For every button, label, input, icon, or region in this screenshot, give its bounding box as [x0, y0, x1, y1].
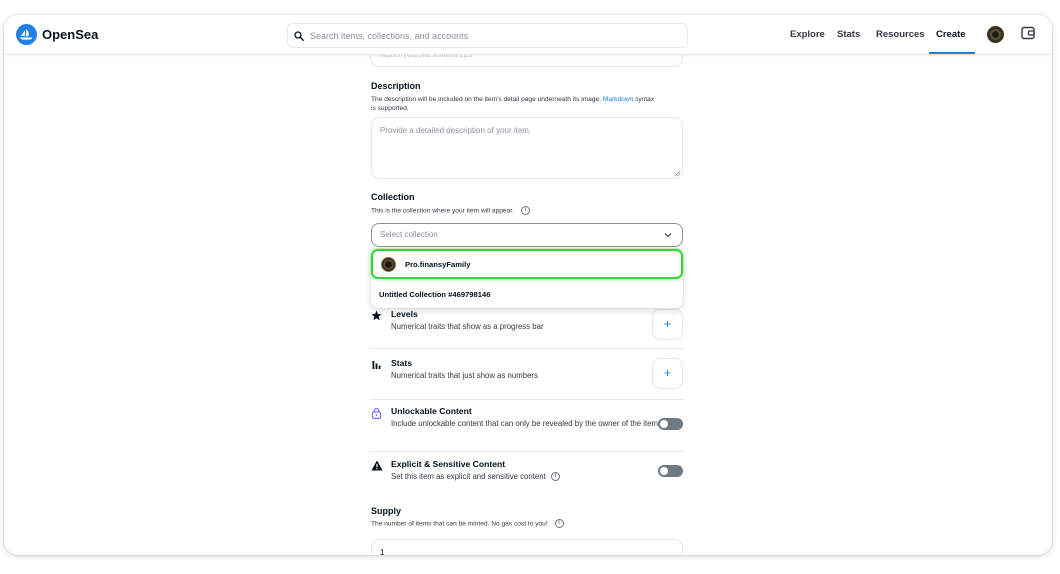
lock-icon — [371, 408, 382, 419]
chevron-down-icon — [664, 233, 672, 238]
nav-create[interactable]: Create — [936, 29, 966, 40]
supply-input[interactable]: 1 — [371, 539, 683, 555]
divider — [370, 451, 684, 452]
unlockable-row: Unlockable Content Include unlockable co… — [370, 406, 684, 446]
add-levels-button[interactable]: + — [652, 309, 683, 340]
collection-help: This is the collection where your item w… — [371, 206, 530, 215]
unlockable-desc: Include unlockable content that can only… — [391, 419, 661, 428]
nav-explore[interactable]: Explore — [790, 29, 825, 40]
explicit-desc: Set this item as explicit and sensitive … — [391, 471, 661, 483]
active-tab-indicator — [929, 52, 975, 54]
description-label: Description — [371, 81, 421, 91]
search-input[interactable] — [310, 30, 670, 41]
unlockable-toggle[interactable] — [658, 418, 683, 430]
logo-text: OpenSea — [42, 27, 99, 42]
levels-row: Levels Numerical traits that show as a p… — [370, 309, 684, 349]
wallet-icon[interactable] — [1021, 26, 1035, 45]
description-textarea[interactable]: Provide a detailed description of your i… — [371, 117, 683, 179]
divider — [370, 348, 684, 349]
collection-option-untitled[interactable]: Untitled Collection #469798146 — [379, 290, 490, 299]
info-icon[interactable]: i — [554, 519, 564, 528]
search-bar[interactable] — [287, 23, 688, 48]
markdown-link[interactable]: Markdown — [603, 96, 633, 103]
explicit-row: Explicit & Sensitive Content Set this it… — [370, 459, 684, 499]
collection-option-profinansyfamily[interactable]: Pro.finansyFamily — [371, 249, 683, 279]
stats-title: Stats — [391, 358, 413, 368]
info-icon[interactable]: i — [550, 472, 560, 482]
description-placeholder: Provide a detailed description of your i… — [380, 126, 532, 135]
stats-desc: Numerical traits that just show as numbe… — [391, 371, 538, 380]
collection-select-placeholder: Select collection — [380, 230, 438, 239]
collection-option-label: Pro.finansyFamily — [405, 260, 471, 269]
opensea-logo[interactable]: OpenSea — [16, 24, 98, 45]
collection-select[interactable]: Select collection — [371, 223, 683, 247]
explicit-title: Explicit & Sensitive Content — [391, 459, 506, 469]
levels-title: Levels — [391, 309, 418, 319]
nav-stats[interactable]: Stats — [837, 29, 860, 40]
collection-dropdown: Pro.finansyFamily Untitled Collection #4… — [371, 249, 683, 308]
explicit-toggle[interactable] — [658, 465, 683, 477]
search-icon — [294, 30, 304, 41]
stats-row: Stats Numerical traits that just show as… — [370, 358, 684, 398]
warning-icon — [371, 460, 383, 471]
star-icon — [371, 310, 382, 321]
supply-value: 1 — [380, 548, 385, 555]
profile-avatar[interactable] — [987, 26, 1004, 43]
collection-avatar — [381, 257, 396, 272]
collection-label: Collection — [371, 192, 415, 202]
top-navbar: OpenSea Explore Stats Resources Create — [4, 15, 1052, 55]
unlockable-title: Unlockable Content — [391, 406, 472, 416]
resize-handle-icon[interactable] — [674, 170, 680, 176]
divider — [370, 399, 684, 400]
bar-chart-icon — [372, 361, 381, 369]
add-stats-button[interactable]: + — [652, 358, 683, 389]
supply-label: Supply — [371, 506, 402, 516]
info-icon[interactable]: i — [520, 206, 530, 215]
browser-window: OpenSea Explore Stats Resources Create h… — [4, 15, 1052, 555]
description-help: The description will be included on the … — [371, 96, 655, 112]
nav-resources[interactable]: Resources — [876, 29, 925, 40]
opensea-logo-icon — [16, 24, 37, 45]
levels-desc: Numerical traits that show as a progress… — [391, 322, 544, 331]
supply-help: The number of items that can be minted. … — [371, 519, 564, 528]
